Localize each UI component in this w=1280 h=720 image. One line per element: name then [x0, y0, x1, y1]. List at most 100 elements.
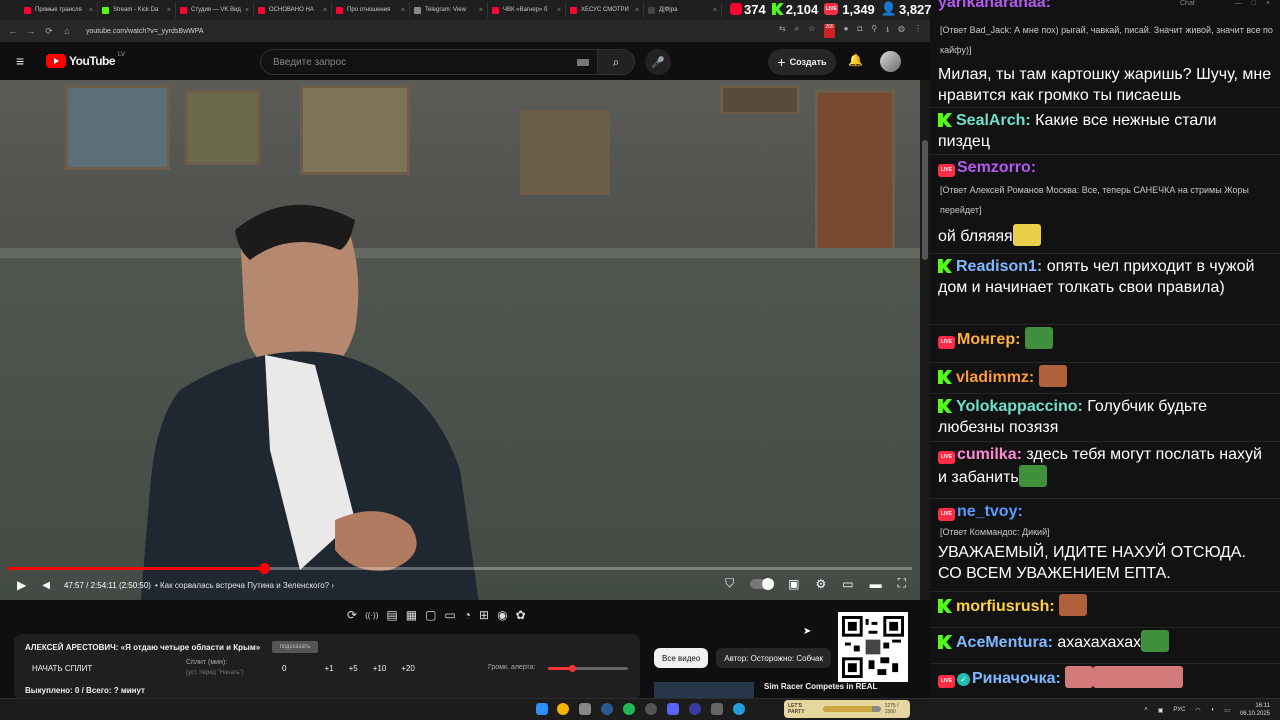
chat-username[interactable]: Readison1: [956, 258, 1037, 275]
chat-username[interactable]: Монгер: [957, 331, 1015, 348]
extension-circle-icon[interactable]: ●: [844, 24, 849, 38]
increment-20-button[interactable]: +20: [401, 664, 415, 673]
browser-tab[interactable]: ЧВК «Вагнер» б ×: [488, 2, 566, 18]
loop-icon[interactable]: ⟳: [347, 608, 357, 622]
browser-tab[interactable]: Telegram: View ×: [410, 2, 488, 18]
bell-icon[interactable]: 🔔: [848, 53, 863, 67]
chat-username[interactable]: Semzorro: [957, 159, 1031, 176]
browser-tab[interactable]: ОСНОВАНО НА ×: [254, 2, 332, 18]
extension-badge[interactable]: 265: [824, 24, 835, 38]
progress-scrubber[interactable]: [258, 563, 270, 574]
steam-icon[interactable]: [601, 703, 613, 715]
translate-icon[interactable]: ⇆: [779, 24, 786, 38]
close-icon[interactable]: ×: [1266, 0, 1270, 14]
game-widget[interactable]: LET'S PARTY 1275 / 1500: [784, 700, 910, 718]
recommendation-title[interactable]: Sim Racer Competes in REAL: [764, 682, 894, 691]
chip-author[interactable]: Автор: Осторожно: Собчак: [716, 648, 832, 668]
menu-dots-icon[interactable]: ⋮: [914, 24, 922, 38]
chat-username[interactable]: Риначочка: [972, 670, 1056, 687]
video-progress-bar[interactable]: [8, 563, 912, 574]
increment-5-button[interactable]: +5: [349, 664, 358, 673]
zoom-icon[interactable]: ⌕: [795, 24, 799, 38]
tab-close-icon[interactable]: ×: [635, 7, 639, 14]
recommendation-thumbnail[interactable]: [654, 682, 754, 698]
create-button[interactable]: + Создать: [768, 49, 836, 75]
voice-search-button[interactable]: 🎤: [645, 49, 671, 75]
search-input[interactable]: Введите запрос: [260, 49, 598, 75]
reload-icon[interactable]: ⟳: [44, 26, 54, 37]
alert-volume-slider[interactable]: [548, 665, 628, 672]
speed-icon[interactable]: ◔: [464, 608, 471, 622]
tools-icon[interactable]: [711, 703, 723, 715]
screenshot-icon[interactable]: ◉: [497, 608, 507, 622]
menu-icon[interactable]: ≡: [16, 53, 30, 69]
media-icon[interactable]: [689, 703, 701, 715]
chrome-icon[interactable]: [557, 703, 569, 715]
chat-username[interactable]: AceMentura: [956, 634, 1048, 651]
browser-tab[interactable]: Про отношения ×: [332, 2, 410, 18]
extensions-puzzle-icon[interactable]: ⚲: [871, 24, 877, 38]
tab-close-icon[interactable]: ×: [479, 7, 483, 14]
browser-tab[interactable]: Д|Ф|ра ×: [644, 2, 722, 18]
discord-icon[interactable]: [667, 703, 679, 715]
chat-username[interactable]: vladimmz: [956, 369, 1029, 386]
audio-icon[interactable]: ((·)): [365, 611, 378, 620]
battery-icon[interactable]: ▭: [1224, 707, 1230, 714]
download-icon[interactable]: ⭳: [886, 24, 889, 38]
volume-button[interactable]: ◀: [42, 580, 50, 591]
sponsor-shield-icon[interactable]: ⛉: [725, 576, 734, 591]
theater-mode-icon[interactable]: ▬: [870, 577, 882, 591]
tab-close-icon[interactable]: ×: [167, 7, 171, 14]
spotify-icon[interactable]: [623, 703, 635, 715]
tab-close-icon[interactable]: ×: [401, 7, 405, 14]
browser-tab[interactable]: Студия — VK Вид ×: [176, 2, 254, 18]
settings-gear-icon[interactable]: ⚙: [815, 577, 826, 591]
subtitles-icon[interactable]: ▣: [788, 577, 799, 591]
tray-app-icon[interactable]: ▣: [1158, 707, 1164, 714]
tab-close-icon[interactable]: ×: [557, 7, 561, 14]
tray-chevron-icon[interactable]: ˄: [1144, 707, 1148, 713]
chat-username[interactable]: SealArch: [956, 112, 1025, 129]
fullscreen-icon[interactable]: ⛶: [898, 576, 906, 591]
wifi-icon[interactable]: ◠: [1195, 707, 1200, 714]
chat-username[interactable]: morfiusrush: [956, 598, 1049, 615]
files-icon[interactable]: [579, 703, 591, 715]
minimize-icon[interactable]: —: [1235, 0, 1242, 14]
increment-10-button[interactable]: +10: [373, 664, 387, 673]
telegram-icon[interactable]: [733, 703, 745, 715]
frame-icon[interactable]: ▢: [425, 608, 436, 622]
panel-badge[interactable]: подсказать: [272, 641, 318, 653]
add-icon[interactable]: ⊞: [479, 608, 489, 622]
browser-tab[interactable]: ХЕСУС СМОТРИ ×: [566, 2, 644, 18]
cinema-icon[interactable]: ▭: [444, 608, 455, 622]
chapter-title[interactable]: • Как сорвалась встреча Путина и Зеленск…: [155, 581, 334, 590]
chat-username[interactable]: ne_tvoy: [957, 503, 1017, 520]
miniplayer-icon[interactable]: ▭: [842, 577, 853, 591]
chat-username[interactable]: cumilka: [957, 446, 1017, 463]
home-icon[interactable]: ⌂: [62, 26, 72, 36]
chat-username[interactable]: Yolokappaccino: [956, 398, 1078, 415]
chip-all-videos[interactable]: Все видео: [654, 648, 709, 668]
forward-icon[interactable]: →: [26, 26, 36, 36]
autoplay-toggle[interactable]: [750, 577, 775, 590]
back-icon[interactable]: ←: [8, 26, 18, 36]
play-button[interactable]: ▶: [17, 578, 26, 592]
tab-close-icon[interactable]: ×: [89, 7, 93, 14]
clip-icon[interactable]: ▦: [406, 608, 417, 622]
url-field[interactable]: youtube.com/watch?v=_yyrdsBwWPA: [86, 28, 204, 35]
youtube-logo[interactable]: YouTube LV: [46, 52, 125, 68]
scrollbar-thumb[interactable]: [922, 140, 928, 260]
start-icon[interactable]: [536, 703, 548, 715]
extension-square-icon[interactable]: ◘: [858, 24, 863, 38]
bookmark-star-icon[interactable]: ☆: [808, 24, 815, 38]
profile-icon[interactable]: ◍: [898, 24, 905, 38]
start-split-button[interactable]: НАЧАТЬ СПЛИТ: [32, 664, 92, 673]
increment-1-button[interactable]: +1: [324, 664, 333, 673]
browser-tab[interactable]: Прямые трансля ×: [20, 2, 98, 18]
captions-icon[interactable]: ▤: [386, 608, 397, 622]
page-scrollbar[interactable]: [920, 80, 930, 600]
browser-tab[interactable]: Stream - Kick Da ×: [98, 2, 176, 18]
tab-close-icon[interactable]: ×: [323, 7, 327, 14]
speaker-icon[interactable]: ◖: [1211, 707, 1215, 713]
language-indicator[interactable]: РУС: [1173, 707, 1185, 713]
